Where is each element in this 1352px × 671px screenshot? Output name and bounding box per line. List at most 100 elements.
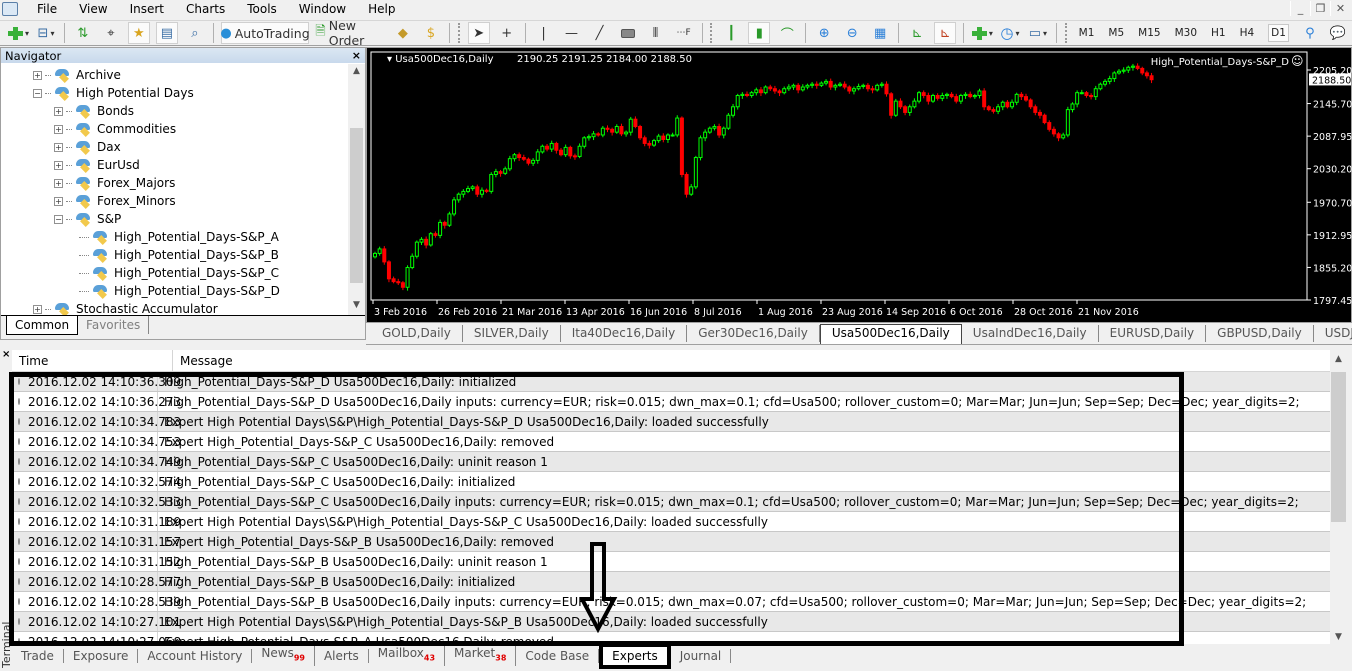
- navigator-button[interactable]: ★: [127, 22, 150, 44]
- scroll-down-icon[interactable]: ▼: [1330, 632, 1347, 642]
- expand-icon[interactable]: +: [54, 106, 63, 116]
- new-order-button[interactable]: 🗎 New Order: [315, 18, 386, 48]
- log-row[interactable]: 2016.12.02 14:10:34.783 Expert High Poten…: [12, 412, 1330, 432]
- menu-file[interactable]: File: [26, 2, 68, 16]
- terminal-tab-code-base[interactable]: Code Base: [516, 649, 600, 663]
- channel-tool[interactable]: ⦀: [645, 22, 667, 44]
- expand-icon[interactable]: +: [33, 70, 42, 80]
- menu-tools[interactable]: Tools: [236, 2, 288, 16]
- chart-tab[interactable]: Ita40Dec16,Daily: [561, 325, 688, 342]
- search-button[interactable]: ⚲: [1299, 22, 1321, 44]
- log-row[interactable]: 2016.12.02 14:10:28.539 High_Potential_Da…: [12, 592, 1330, 612]
- navigator-tree-item[interactable]: High_Potential_Days-S&P_A: [79, 228, 279, 246]
- collapse-arrow-icon[interactable]: ▾: [387, 54, 395, 65]
- fibonacci-tool[interactable]: ⋯F: [673, 22, 695, 44]
- terminal-tab-alerts[interactable]: Alerts: [315, 649, 369, 663]
- log-row[interactable]: 2016.12.02 14:10:27.101 Expert High Poten…: [12, 612, 1330, 632]
- timeframe-m5[interactable]: M5: [1108, 27, 1124, 39]
- navigator-tree-item[interactable]: High_Potential_Days-S&P_C: [79, 264, 279, 282]
- chart-tab[interactable]: GBPUSD,Daily: [1206, 325, 1314, 342]
- toolbar-grip[interactable]: [457, 23, 461, 43]
- menu-help[interactable]: Help: [357, 2, 406, 16]
- toolbar-grip[interactable]: [710, 23, 713, 43]
- signals-button[interactable]: $: [420, 22, 442, 44]
- log-row[interactable]: 2016.12.02 14:10:34.749 High_Potential_Da…: [12, 452, 1330, 472]
- new-chart-button[interactable]: ▾: [7, 22, 29, 44]
- strategy-tester-button[interactable]: ⌕: [184, 22, 206, 44]
- navigator-tree-item[interactable]: + Forex_Minors: [54, 192, 176, 210]
- menu-insert[interactable]: Insert: [119, 2, 175, 16]
- scroll-up-icon[interactable]: ▲: [1330, 354, 1347, 364]
- terminal-button[interactable]: ▤: [155, 22, 178, 44]
- terminal-tab-account-history[interactable]: Account History: [138, 649, 253, 663]
- expand-icon[interactable]: +: [54, 142, 63, 152]
- terminal-tab-mailbox[interactable]: Mailbox43: [369, 646, 446, 666]
- log-row[interactable]: 2016.12.02 14:10:31.152 High_Potential_Da…: [12, 552, 1330, 572]
- navigator-tree-item[interactable]: High_Potential_Days-S&P_B: [79, 246, 279, 264]
- trendline-tool[interactable]: ╱: [589, 22, 611, 44]
- scroll-down-icon[interactable]: ▼: [348, 300, 365, 316]
- zoom-in-button[interactable]: ⊕: [813, 22, 835, 44]
- navigator-tree-item[interactable]: − High Potential Days: [33, 84, 194, 102]
- expand-icon[interactable]: +: [54, 196, 63, 206]
- navigator-tree-item[interactable]: − S&P: [54, 210, 121, 228]
- navigator-tree-item[interactable]: + EurUsd: [54, 156, 140, 174]
- zoom-out-button[interactable]: ⊖: [841, 22, 863, 44]
- scroll-thumb[interactable]: [1331, 372, 1346, 522]
- column-message[interactable]: Message: [173, 350, 240, 371]
- expand-icon[interactable]: +: [54, 160, 63, 170]
- navigator-scrollbar[interactable]: ▲ ▼: [348, 64, 365, 316]
- autoscroll-button[interactable]: ⊾: [906, 22, 928, 44]
- menu-view[interactable]: View: [68, 2, 118, 16]
- navigator-tree-item[interactable]: High_Potential_Days-S&P_D: [79, 282, 280, 300]
- navigator-tree-item[interactable]: + Archive: [33, 66, 121, 84]
- navigator-tree-item[interactable]: + Stochastic Accumulator: [33, 300, 218, 316]
- timeframe-h4[interactable]: H4: [1240, 27, 1255, 39]
- chart-shift-button[interactable]: ⊾: [934, 22, 957, 44]
- chart-tab[interactable]: GOLD,Daily: [366, 325, 463, 342]
- terminal-tab-journal[interactable]: Journal: [671, 649, 732, 663]
- expand-icon[interactable]: +: [54, 124, 63, 134]
- log-row[interactable]: 2016.12.02 14:10:34.753 Expert High_Poten…: [12, 432, 1330, 452]
- navigator-tree-item[interactable]: + Commodities: [54, 120, 176, 138]
- log-row[interactable]: 2016.12.02 14:10:31.157 Expert High_Poten…: [12, 532, 1330, 552]
- chart-tab[interactable]: UsaIndDec16,Daily: [962, 325, 1099, 342]
- scroll-up-icon[interactable]: ▲: [348, 66, 365, 82]
- chart-tab[interactable]: EURUSD,Daily: [1099, 325, 1207, 342]
- expand-icon[interactable]: +: [54, 178, 63, 188]
- crosshair-tool[interactable]: +: [496, 22, 518, 44]
- chart-tab[interactable]: Ger30Dec16,Daily: [687, 325, 820, 342]
- market-watch-button[interactable]: ⇅: [72, 22, 94, 44]
- indicators-button[interactable]: ▾: [971, 22, 993, 44]
- smiley-icon[interactable]: ☺: [1291, 54, 1304, 68]
- menu-window[interactable]: Window: [288, 2, 357, 16]
- log-scrollbar[interactable]: ▲ ▼: [1330, 350, 1347, 644]
- navigator-tree-item[interactable]: + Dax: [54, 138, 121, 156]
- data-window-button[interactable]: ⌖: [100, 22, 122, 44]
- chart-tab[interactable]: USDJPY,Daily: [1314, 325, 1352, 342]
- tab-favorites[interactable]: Favorites: [78, 316, 150, 334]
- tile-windows-button[interactable]: ▦: [869, 22, 891, 44]
- timeframe-m1[interactable]: M1: [1079, 27, 1095, 39]
- log-row[interactable]: 2016.12.02 14:10:31.189 Expert High Poten…: [12, 512, 1330, 532]
- menu-charts[interactable]: Charts: [175, 2, 236, 16]
- expand-icon[interactable]: +: [33, 304, 42, 314]
- bar-chart-button[interactable]: ┃: [720, 22, 742, 44]
- terminal-tab-trade[interactable]: Trade: [12, 649, 64, 663]
- templates-button[interactable]: ▭ ▾: [1027, 22, 1049, 44]
- candlestick-chart-button[interactable]: ▮: [748, 22, 771, 44]
- terminal-close-button[interactable]: ×: [2, 349, 10, 360]
- minimize-button[interactable]: _: [1290, 1, 1310, 16]
- autotrading-button[interactable]: ● AutoTrading: [220, 22, 310, 44]
- navigator-tree-item[interactable]: + Bonds: [54, 102, 134, 120]
- metaeditor-button[interactable]: ◆: [392, 22, 414, 44]
- timeframe-d1[interactable]: D1: [1268, 24, 1289, 42]
- log-row[interactable]: 2016.12.02 14:10:36.309 High_Potential_Da…: [12, 372, 1330, 392]
- log-row[interactable]: 2016.12.02 14:10:27.068 Expert High_Poten…: [12, 632, 1330, 644]
- terminal-tab-experts[interactable]: Experts: [599, 643, 671, 669]
- vertical-line-tool[interactable]: |: [533, 22, 555, 44]
- navigator-close-button[interactable]: ×: [352, 49, 361, 62]
- line-chart-button[interactable]: ⌒: [776, 22, 798, 44]
- terminal-tab-market[interactable]: Market38: [445, 646, 517, 666]
- log-row[interactable]: 2016.12.02 14:10:36.273 High_Potential_Da…: [12, 392, 1330, 412]
